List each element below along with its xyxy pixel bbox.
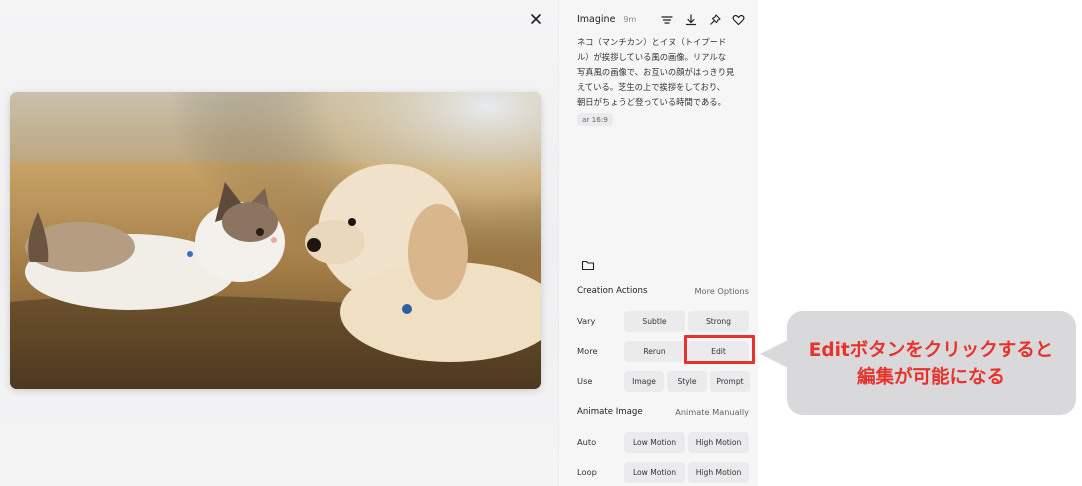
animate-manually-link[interactable]: Animate Manually [675,407,749,417]
animate-image-header: Animate Image Animate Manually [577,407,749,417]
vary-row: Vary Subtle Strong [577,310,751,332]
loop-label: Loop [577,467,597,477]
prompt-line: 朝日がちょうど登っている時間である。 [577,97,726,107]
loop-low-motion-button[interactable]: Low Motion [624,461,685,483]
use-image-button[interactable]: Image [624,370,664,392]
header-actions [659,12,746,27]
annotation-line-1: Editボタンをクリックすると [808,340,1054,361]
screen: Imagine 9m ネコ（マンチカン）とイヌ（トイプード ル）が挨拶している風… [0,0,1082,486]
callout-pointer [760,340,788,368]
animate-image-heading: Animate Image [577,407,643,417]
creation-actions-header: Creation Actions More Options [577,286,749,296]
creation-actions-heading: Creation Actions [577,286,648,296]
image-viewer [0,0,558,486]
use-label: Use [577,376,593,386]
loop-high-motion-button[interactable]: High Motion [688,461,749,483]
job-type-label: Imagine [577,14,616,25]
panel-header: Imagine 9m [577,14,636,25]
prompt-line: ネコ（マンチカン）とイヌ（トイプード [577,37,727,47]
use-row: Use Image Style Prompt [577,370,751,392]
annotation-line-2: 編集が可能になる [856,367,1005,388]
aspect-ratio-badge: ar 16:9 [577,113,613,126]
vary-strong-button[interactable]: Strong [688,310,749,332]
details-panel: Imagine 9m ネコ（マンチカン）とイヌ（トイプード ル）が挨拶している風… [558,0,758,486]
rerun-button[interactable]: Rerun [624,340,685,362]
use-style-button[interactable]: Style [667,370,707,392]
job-age: 9m [623,15,637,24]
auto-high-motion-button[interactable]: High Motion [688,431,749,453]
generated-image[interactable] [10,92,541,389]
pin-icon[interactable] [707,12,722,27]
annotation-text: Editボタンをクリックすると 編集が可能になる [795,337,1067,391]
loop-row: Loop Low Motion High Motion [577,461,751,483]
prompt-line: 写真風の画像で、お互いの顔がはっきり見 [577,67,735,77]
vary-subtle-button[interactable]: Subtle [624,310,685,332]
edit-highlight-box [684,335,755,364]
auto-low-motion-button[interactable]: Low Motion [624,431,685,453]
download-icon[interactable] [683,12,698,27]
more-label: More [577,346,598,356]
prompt-text: ネコ（マンチカン）とイヌ（トイプード ル）が挨拶している風の画像。リアルな 写真… [577,35,753,110]
more-options-link[interactable]: More Options [695,286,750,296]
vary-label: Vary [577,316,596,326]
prompt-line: ル）が挨拶している風の画像。リアルな [577,52,727,62]
heart-icon[interactable] [731,12,746,27]
menu-lines-icon[interactable] [659,12,674,27]
prompt-line: えている。芝生の上で挨拶をしており、 [577,82,726,92]
auto-label: Auto [577,437,597,447]
folder-icon[interactable] [581,257,595,271]
close-icon[interactable] [527,10,545,28]
use-prompt-button[interactable]: Prompt [710,370,750,392]
auto-row: Auto Low Motion High Motion [577,431,751,453]
